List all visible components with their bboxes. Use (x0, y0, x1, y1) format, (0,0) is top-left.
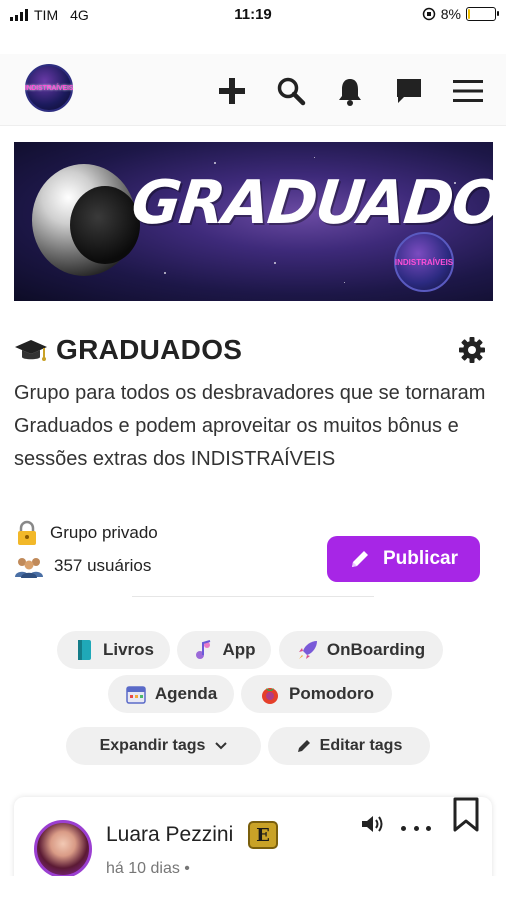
tag-onboarding[interactable]: OnBoarding (279, 631, 443, 669)
chat-icon[interactable] (393, 76, 425, 106)
tag-app[interactable]: App (177, 631, 271, 669)
publish-label: Publicar (383, 548, 458, 569)
tag-pomodoro[interactable]: Pomodoro (241, 675, 392, 713)
edit-tags-label: Editar tags (319, 737, 403, 754)
publish-button[interactable]: Publicar (327, 536, 480, 582)
users-icon (15, 558, 43, 578)
menu-icon[interactable] (452, 76, 484, 106)
bell-icon[interactable] (334, 76, 366, 106)
edit-tags-button[interactable]: Editar tags (268, 727, 430, 765)
privacy-row: Grupo privado (14, 520, 158, 546)
expand-tags-button[interactable]: Expandir tags (66, 727, 261, 765)
group-header: GRADUADOS (14, 332, 492, 372)
more-options-icon[interactable] (401, 819, 431, 837)
banner-title: GRADUADOS (128, 168, 493, 238)
expand-tags-label: Expandir tags (99, 737, 206, 754)
tag-label: Pomodoro (289, 684, 374, 703)
top-nav: INDISTRAÍVEIS (0, 54, 506, 126)
orientation-lock-icon (422, 7, 436, 21)
users-row[interactable]: 357 usuários (14, 553, 151, 579)
status-right: 8% (422, 6, 499, 22)
users-count: 357 usuários (54, 556, 152, 575)
lock-icon (18, 520, 36, 545)
chevron-down-icon (215, 742, 228, 750)
author-badge: E (248, 821, 278, 849)
banner-logo: INDISTRAÍVEIS (394, 232, 454, 292)
post-author[interactable]: Luara Pezzini (106, 823, 233, 847)
status-bar: TIM 4G 11:19 8% (0, 0, 506, 30)
pencil-icon (352, 551, 368, 567)
group-description: Grupo para todos os desbravadores que se… (14, 382, 486, 470)
bookmark-icon[interactable] (452, 797, 480, 833)
tag-label: OnBoarding (326, 640, 426, 659)
battery-level (468, 9, 470, 19)
tomato-icon (259, 683, 281, 705)
tag-label: Livros (102, 640, 155, 659)
tag-label: App (222, 640, 256, 659)
pencil-icon (297, 740, 310, 752)
nav-icons (216, 76, 484, 106)
speaker-icon[interactable] (360, 813, 384, 835)
group-title: GRADUADOS (56, 334, 243, 365)
graduation-cap-icon (15, 340, 47, 361)
banner-logo-text: INDISTRAÍVEIS (394, 257, 454, 267)
battery-icon (466, 7, 499, 21)
book-icon (73, 639, 95, 661)
privacy-label: Grupo privado (50, 523, 158, 542)
avatar[interactable] (34, 820, 92, 878)
app-icon (192, 639, 214, 661)
calendar-icon (125, 683, 147, 705)
search-icon[interactable] (275, 76, 307, 106)
plus-icon[interactable] (216, 76, 248, 106)
community-logo[interactable]: INDISTRAÍVEIS (25, 64, 73, 112)
group-banner: GRADUADOS INDISTRAÍVEIS (14, 142, 493, 301)
page-bottom (0, 876, 506, 900)
battery-percent: 8% (440, 6, 461, 22)
tag-label: Agenda (154, 684, 218, 703)
divider (132, 596, 374, 597)
tag-agenda[interactable]: Agenda (108, 675, 234, 713)
rocket-icon (297, 639, 319, 661)
logo-text: INDISTRAÍVEIS (24, 84, 74, 92)
tag-livros[interactable]: Livros (57, 631, 170, 669)
gear-icon[interactable] (458, 336, 486, 364)
